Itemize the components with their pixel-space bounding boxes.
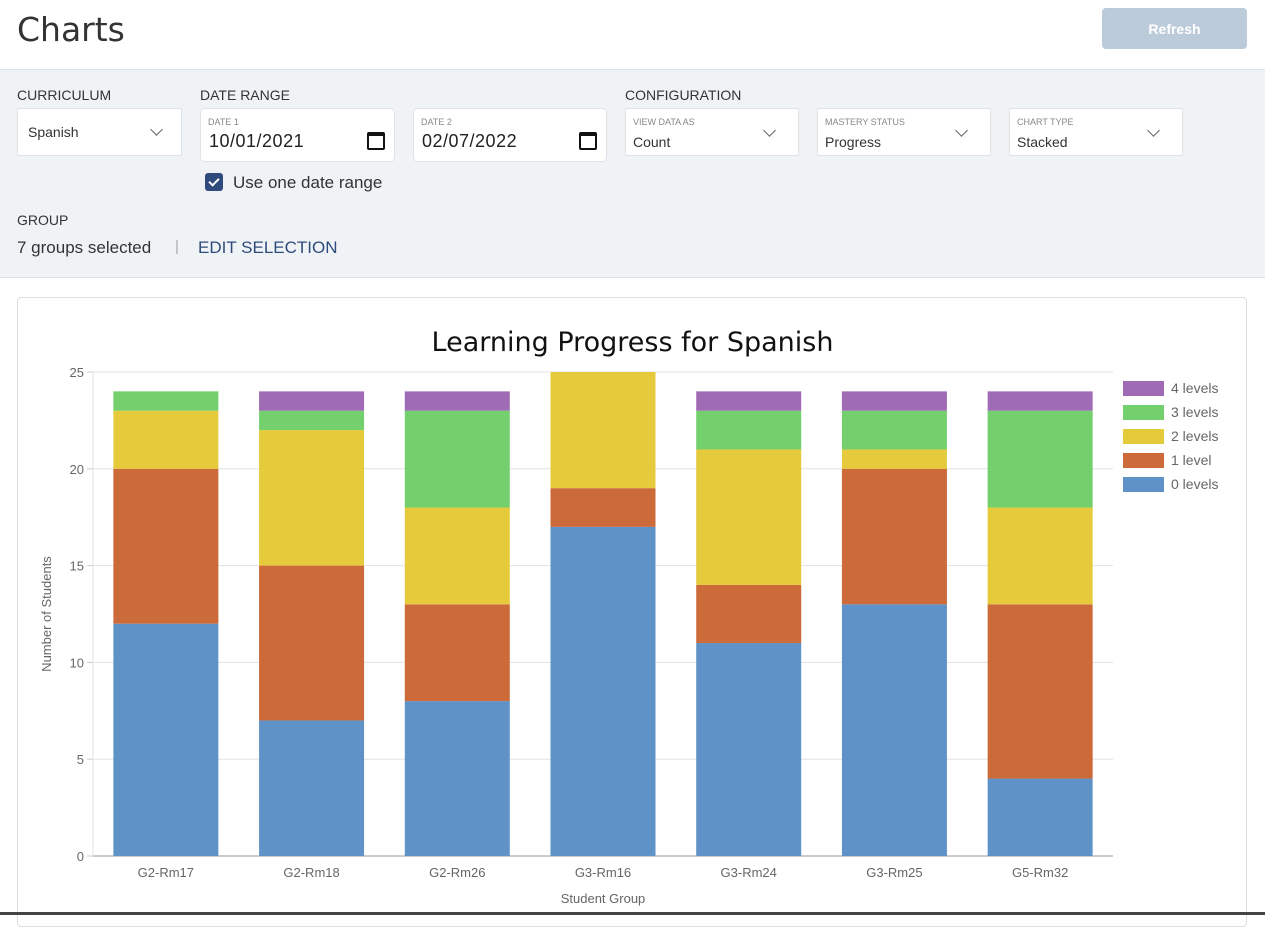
bar-segment-3-levels[interactable] <box>404 410 510 508</box>
bar-segment-3-levels[interactable] <box>696 410 802 450</box>
bar-segment-4-levels[interactable] <box>259 391 365 411</box>
bar-segment-2-levels[interactable] <box>404 507 510 605</box>
legend-swatch[interactable] <box>1123 429 1164 444</box>
bar-segment-2-levels[interactable] <box>841 449 947 469</box>
bar-segment-4-levels[interactable] <box>841 391 947 411</box>
x-tick-label: G3-Rm25 <box>866 865 922 880</box>
bar-segment-0-levels[interactable] <box>696 643 802 856</box>
y-tick-label: 0 <box>77 849 84 864</box>
bar-segment-1-level[interactable] <box>404 604 510 702</box>
legend-label[interactable]: 3 levels <box>1171 404 1218 420</box>
legend-label[interactable]: 0 levels <box>1171 476 1218 492</box>
bar-segment-1-level[interactable] <box>259 565 365 721</box>
legend-swatch[interactable] <box>1123 453 1164 468</box>
bar-segment-3-levels[interactable] <box>259 410 365 431</box>
bar-segment-1-level[interactable] <box>550 488 656 527</box>
bar-segment-2-levels[interactable] <box>550 372 656 489</box>
bar-segment-4-levels[interactable] <box>987 391 1093 411</box>
y-tick-label: 25 <box>70 365 84 380</box>
bar-segment-0-levels[interactable] <box>113 623 219 856</box>
x-tick-label: G3-Rm16 <box>575 865 631 880</box>
bar-segment-0-levels[interactable] <box>550 526 656 856</box>
bar-segment-3-levels[interactable] <box>841 410 947 450</box>
x-tick-label: G3-Rm24 <box>721 865 777 880</box>
bar-segment-2-levels[interactable] <box>987 507 1093 605</box>
bar-segment-1-level[interactable] <box>987 604 1093 779</box>
legend-swatch[interactable] <box>1123 405 1164 420</box>
bar-segment-1-level[interactable] <box>696 584 802 644</box>
legend-swatch[interactable] <box>1123 477 1164 492</box>
bar-segment-2-levels[interactable] <box>113 410 219 469</box>
x-axis-label: Student Group <box>561 891 646 906</box>
y-tick-label: 20 <box>70 462 84 477</box>
bar-segment-1-level[interactable] <box>841 468 947 605</box>
bar-segment-4-levels[interactable] <box>404 391 510 411</box>
legend-label[interactable]: 2 levels <box>1171 428 1218 444</box>
bar-segment-0-levels[interactable] <box>841 604 947 856</box>
x-tick-label: G5-Rm32 <box>1012 865 1068 880</box>
bar-segment-3-levels[interactable] <box>113 391 219 411</box>
bar-segment-0-levels[interactable] <box>987 778 1093 856</box>
y-axis-label: Number of Students <box>39 556 54 672</box>
bar-segment-3-levels[interactable] <box>987 410 1093 508</box>
bar-segment-1-level[interactable] <box>113 468 219 624</box>
x-tick-label: G2-Rm26 <box>429 865 485 880</box>
y-tick-label: 15 <box>70 559 84 574</box>
x-tick-label: G2-Rm17 <box>138 865 194 880</box>
bar-segment-0-levels[interactable] <box>259 720 365 856</box>
bar-segment-2-levels[interactable] <box>696 449 802 585</box>
y-tick-label: 10 <box>70 655 84 670</box>
legend-label[interactable]: 1 level <box>1171 452 1211 468</box>
bar-segment-0-levels[interactable] <box>404 701 510 856</box>
bar-segment-4-levels[interactable] <box>696 391 802 411</box>
legend-label[interactable]: 4 levels <box>1171 380 1218 396</box>
legend-swatch[interactable] <box>1123 381 1164 396</box>
x-tick-label: G2-Rm18 <box>283 865 339 880</box>
stacked-bar-chart: 0 5 10 15 20 25 G2-Rm17 G2-Rm18 G2-Rm26 G3-Rm16 G3… <box>39 365 1218 906</box>
y-tick-label: 5 <box>77 752 84 767</box>
bar-segment-2-levels[interactable] <box>259 430 365 566</box>
